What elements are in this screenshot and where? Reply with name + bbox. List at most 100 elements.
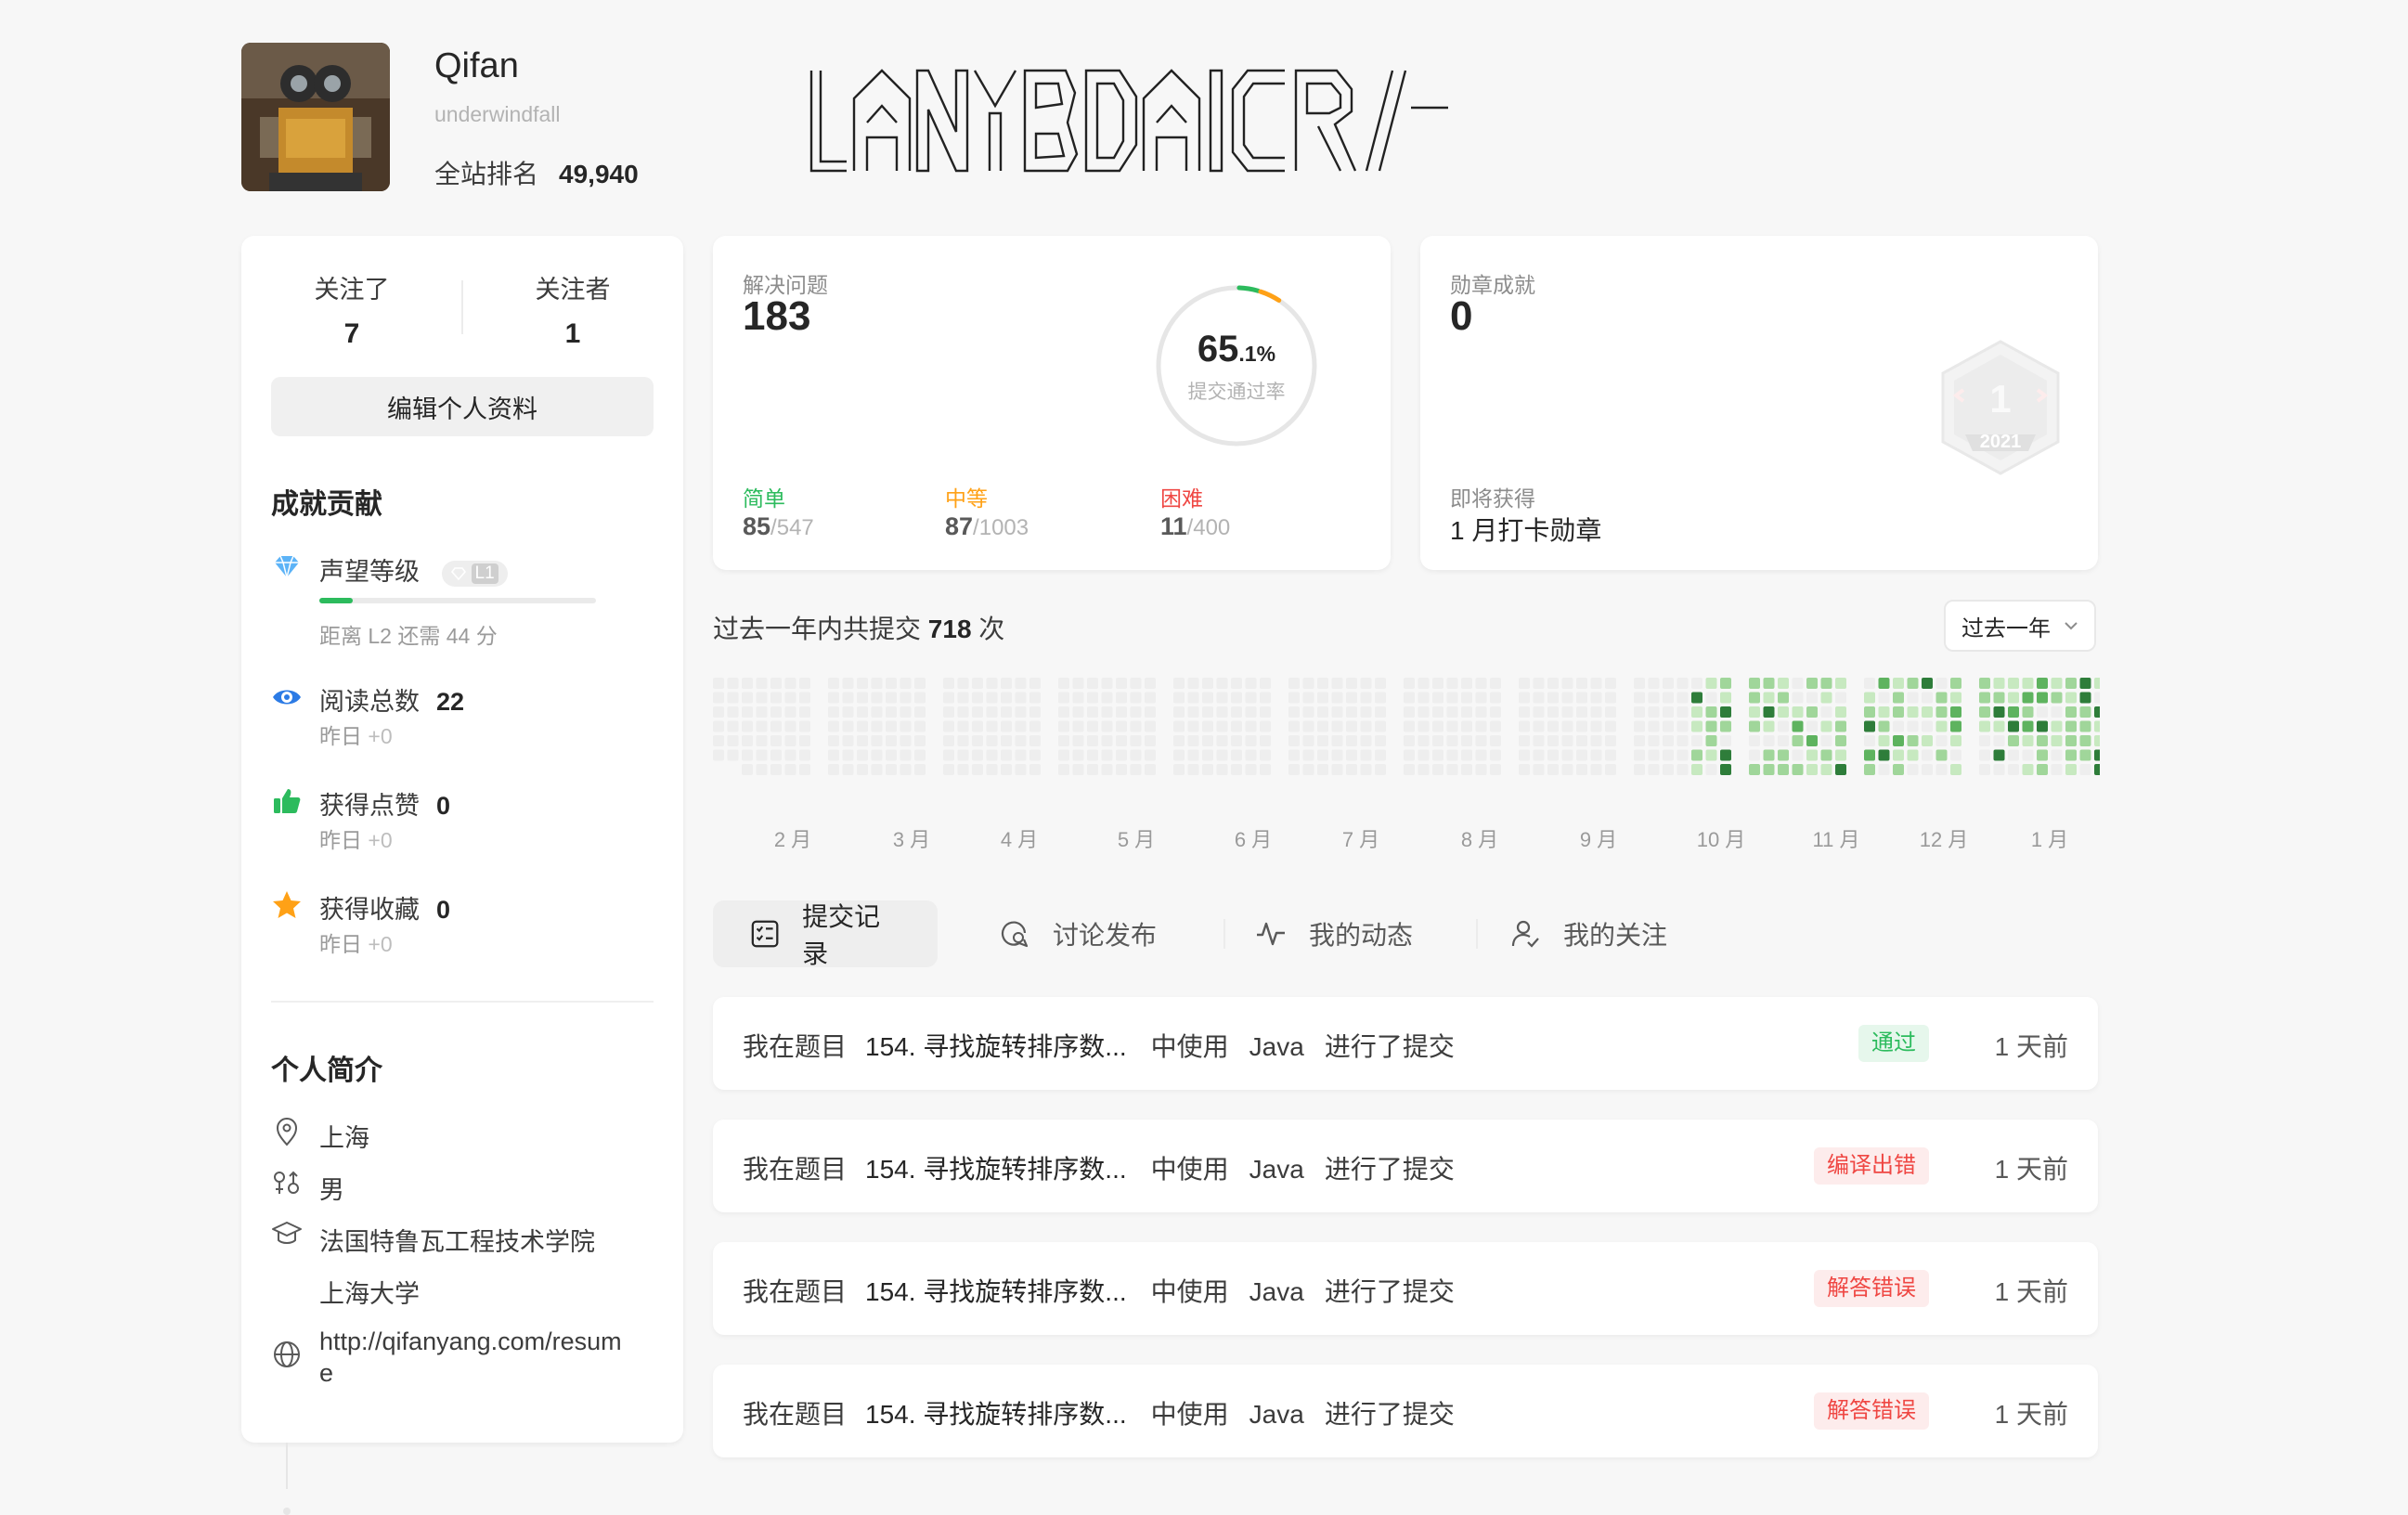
heatmap-cell[interactable] xyxy=(1806,720,1818,732)
heatmap-cell[interactable] xyxy=(886,764,897,775)
heatmap-cell[interactable] xyxy=(1806,678,1818,689)
heatmap-cell[interactable] xyxy=(1375,692,1386,704)
heatmap-cell[interactable] xyxy=(784,692,796,704)
heatmap-cell[interactable] xyxy=(900,764,912,775)
heatmap-cell[interactable] xyxy=(1835,749,1846,761)
heatmap-cell[interactable] xyxy=(857,749,868,761)
heatmap-cell[interactable] xyxy=(1346,678,1357,689)
heatmap-cell[interactable] xyxy=(1677,692,1689,704)
heatmap-cell[interactable] xyxy=(1446,764,1458,775)
heatmap-cell[interactable] xyxy=(986,678,998,689)
heatmap-cell[interactable] xyxy=(742,764,753,775)
heatmap-cell[interactable] xyxy=(1346,749,1357,761)
heatmap-cell[interactable] xyxy=(1015,764,1027,775)
heatmap-cell[interactable] xyxy=(1058,692,1069,704)
heatmap-cell[interactable] xyxy=(1317,692,1328,704)
heatmap-cell[interactable] xyxy=(1245,720,1257,732)
heatmap-cell[interactable] xyxy=(2037,735,2048,746)
heatmap-cell[interactable] xyxy=(1418,749,1430,761)
heatmap-cell[interactable] xyxy=(1878,720,1890,732)
heatmap-cell[interactable] xyxy=(1317,706,1328,718)
heatmap-cell[interactable] xyxy=(1778,706,1789,718)
heatmap-cell[interactable] xyxy=(1202,764,1213,775)
heatmap-cell[interactable] xyxy=(1187,764,1199,775)
heatmap-cell[interactable] xyxy=(1820,764,1832,775)
heatmap-cell[interactable] xyxy=(1519,735,1530,746)
heatmap-cell[interactable] xyxy=(1778,735,1789,746)
heatmap-cell[interactable] xyxy=(1993,720,2005,732)
heatmap-cell[interactable] xyxy=(1950,735,1961,746)
heatmap-cell[interactable] xyxy=(914,692,926,704)
heatmap-cell[interactable] xyxy=(1317,720,1328,732)
heatmap-cell[interactable] xyxy=(784,720,796,732)
heatmap-cell[interactable] xyxy=(828,706,839,718)
heatmap-cell[interactable] xyxy=(1446,735,1458,746)
heatmap-cell[interactable] xyxy=(1763,735,1775,746)
heatmap-cell[interactable] xyxy=(1533,678,1545,689)
heatmap-cell[interactable] xyxy=(1922,720,1933,732)
heatmap-cell[interactable] xyxy=(1187,692,1199,704)
heatmap-cell[interactable] xyxy=(1173,764,1185,775)
heatmap-cell[interactable] xyxy=(1187,678,1199,689)
heatmap-cell[interactable] xyxy=(1404,706,1415,718)
heatmap-cell[interactable] xyxy=(1705,692,1717,704)
heatmap-cell[interactable] xyxy=(1029,764,1041,775)
heatmap-cell[interactable] xyxy=(1519,692,1530,704)
heatmap-cell[interactable] xyxy=(1058,706,1069,718)
heatmap-cell[interactable] xyxy=(2037,764,2048,775)
heatmap-cell[interactable] xyxy=(727,749,739,761)
heatmap-cell[interactable] xyxy=(770,764,782,775)
heatmap-cell[interactable] xyxy=(1173,692,1185,704)
heatmap-cell[interactable] xyxy=(727,678,739,689)
heatmap-cell[interactable] xyxy=(1432,764,1444,775)
heatmap-cell[interactable] xyxy=(1648,706,1660,718)
heatmap-cell[interactable] xyxy=(1993,678,2005,689)
heatmap-cell[interactable] xyxy=(1231,720,1242,732)
heatmap-cell[interactable] xyxy=(1317,764,1328,775)
heatmap-cell[interactable] xyxy=(1461,678,1472,689)
heatmap-cell[interactable] xyxy=(1907,692,1919,704)
heatmap-cell[interactable] xyxy=(1907,720,1919,732)
heatmap-cell[interactable] xyxy=(1878,692,1890,704)
heatmap-cell[interactable] xyxy=(1187,749,1199,761)
heatmap-cell[interactable] xyxy=(1145,764,1156,775)
heatmap-cell[interactable] xyxy=(1216,735,1228,746)
heatmap-cell[interactable] xyxy=(842,764,854,775)
heatmap-cell[interactable] xyxy=(2051,706,2063,718)
heatmap-cell[interactable] xyxy=(742,678,753,689)
heatmap-cell[interactable] xyxy=(1705,735,1717,746)
heatmap-cell[interactable] xyxy=(1260,749,1271,761)
heatmap-cell[interactable] xyxy=(1778,678,1789,689)
heatmap-cell[interactable] xyxy=(1475,678,1487,689)
heatmap-cell[interactable] xyxy=(842,706,854,718)
heatmap-cell[interactable] xyxy=(1576,678,1587,689)
heatmap-cell[interactable] xyxy=(770,678,782,689)
heatmap-cell[interactable] xyxy=(1820,720,1832,732)
heatmap-cell[interactable] xyxy=(1979,706,1990,718)
heatmap-cell[interactable] xyxy=(2022,749,2034,761)
heatmap-cell[interactable] xyxy=(900,678,912,689)
heatmap-cell[interactable] xyxy=(1145,749,1156,761)
heatmap-cell[interactable] xyxy=(1922,764,1933,775)
heatmap-cell[interactable] xyxy=(886,678,897,689)
heatmap-cell[interactable] xyxy=(1087,720,1098,732)
heatmap-cell[interactable] xyxy=(784,706,796,718)
heatmap-cell[interactable] xyxy=(1835,764,1846,775)
heatmap-cell[interactable] xyxy=(871,720,883,732)
heatmap-cell[interactable] xyxy=(784,735,796,746)
heatmap-cell[interactable] xyxy=(1950,692,1961,704)
heatmap-cell[interactable] xyxy=(1475,749,1487,761)
heatmap-cell[interactable] xyxy=(1993,735,2005,746)
heatmap-cell[interactable] xyxy=(1792,735,1804,746)
heatmap-cell[interactable] xyxy=(1705,678,1717,689)
heatmap-cell[interactable] xyxy=(2065,692,2077,704)
heatmap-cell[interactable] xyxy=(1418,706,1430,718)
heatmap-cell[interactable] xyxy=(1116,720,1127,732)
heatmap-cell[interactable] xyxy=(1187,706,1199,718)
heatmap-cell[interactable] xyxy=(957,764,969,775)
heatmap-cell[interactable] xyxy=(1792,764,1804,775)
heatmap-cell[interactable] xyxy=(1950,749,1961,761)
heatmap-cell[interactable] xyxy=(756,735,768,746)
heatmap-cell[interactable] xyxy=(1993,764,2005,775)
heatmap-cell[interactable] xyxy=(1677,764,1689,775)
